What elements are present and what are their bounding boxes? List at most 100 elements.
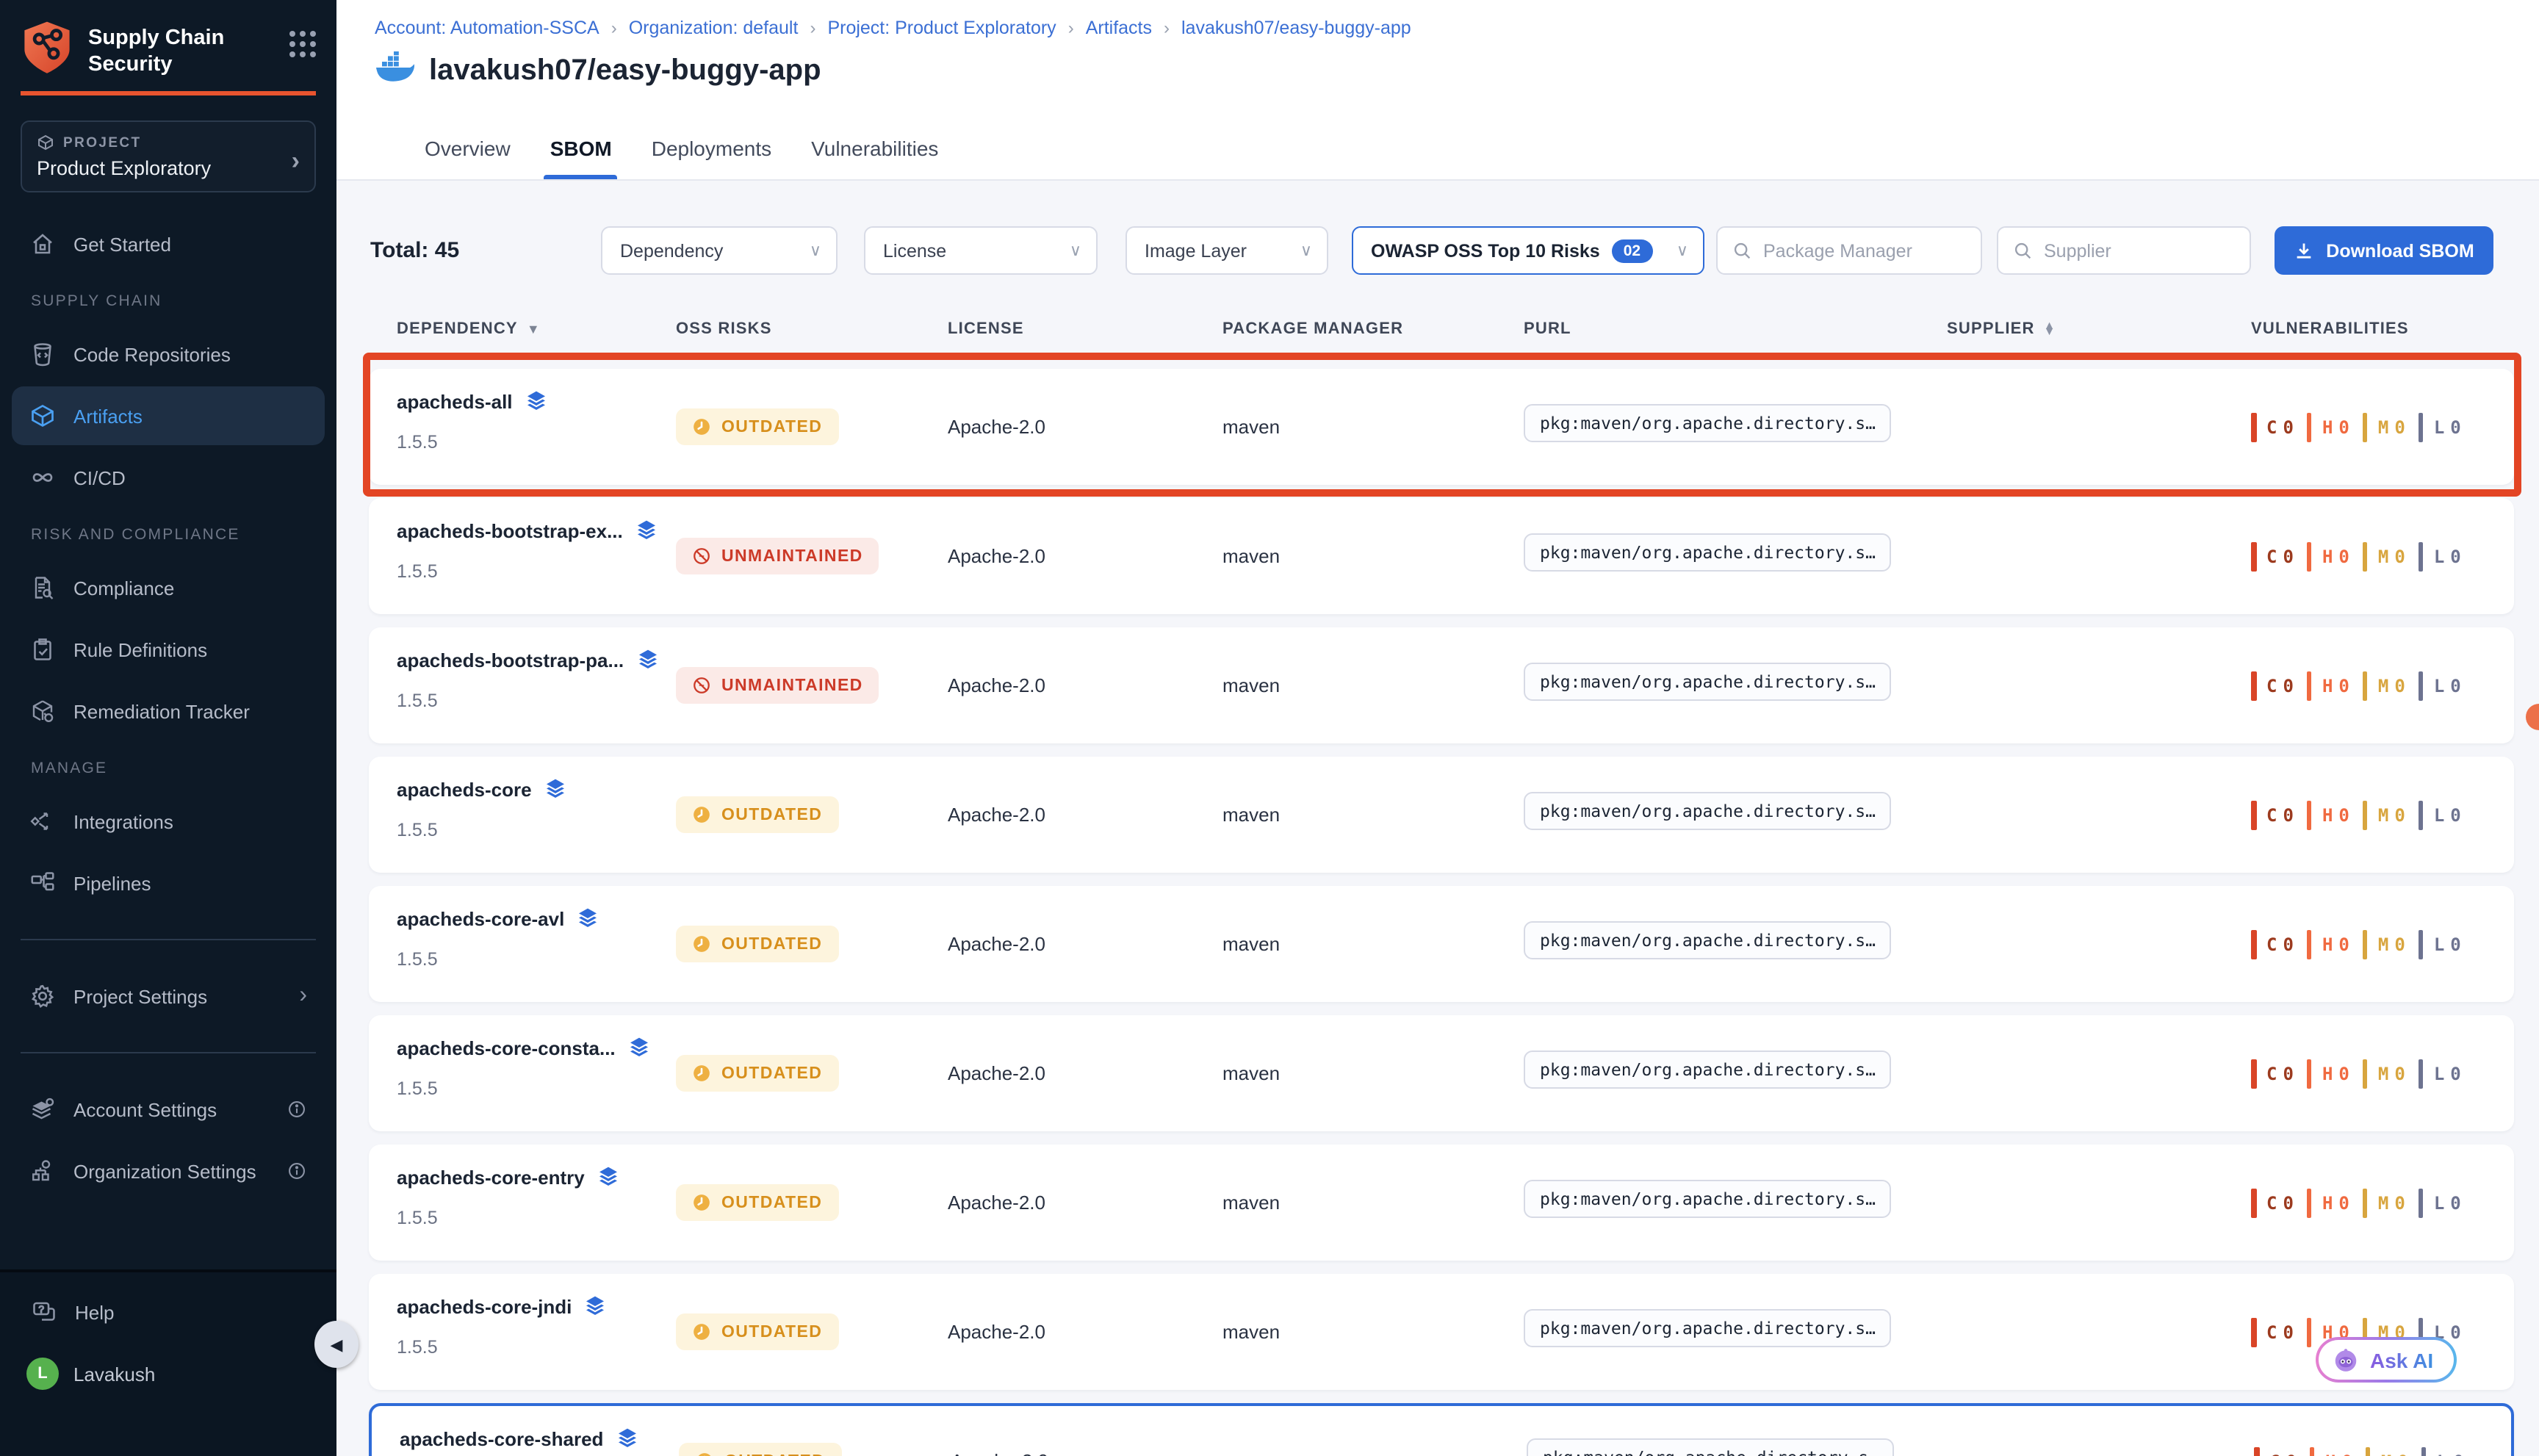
table-body: apacheds-all 1.5.5 OUTDATED Apache-2.0 m… bbox=[369, 369, 2514, 1456]
infinity-icon bbox=[29, 465, 56, 491]
download-sbom-button[interactable]: Download SBOM bbox=[2275, 226, 2493, 275]
vuln-count-c: C0 bbox=[2251, 412, 2294, 442]
column-header-vulnerabilities[interactable]: VULNERABILITIES bbox=[2251, 320, 2514, 338]
column-header-dependency[interactable]: DEPENDENCY▼ bbox=[397, 320, 676, 338]
sidebar-collapse-handle[interactable]: ◀ bbox=[314, 1321, 359, 1368]
purl-value[interactable]: pkg:maven/org.apache.directory.s… bbox=[1524, 1309, 1892, 1347]
sidebar-item-label: Organization Settings bbox=[73, 1161, 256, 1183]
license-value: Apache-2.0 bbox=[948, 674, 1222, 696]
chevron-right-icon: › bbox=[299, 984, 307, 1010]
sidebar-item-remediation-tracker[interactable]: Remediation Tracker bbox=[12, 682, 325, 741]
tab-sbom[interactable]: SBOM bbox=[550, 137, 612, 179]
sidebar-item-ci-cd[interactable]: CI/CD bbox=[12, 449, 325, 508]
license-value: Apache-2.0 bbox=[951, 1450, 1225, 1456]
apps-grid-icon[interactable] bbox=[289, 31, 316, 57]
org-gear-icon bbox=[29, 1158, 56, 1185]
search-icon bbox=[1732, 240, 1753, 261]
sidebar-user[interactable]: L Lavakush bbox=[0, 1325, 336, 1390]
table-row-apacheds-core-consta-[interactable]: apacheds-core-consta... 1.5.5 OUTDATED A… bbox=[369, 1015, 2514, 1131]
table-row-apacheds-core[interactable]: apacheds-core 1.5.5 OUTDATED Apache-2.0 … bbox=[369, 757, 2514, 873]
dependency-version: 1.5.5 bbox=[397, 1078, 676, 1099]
sidebar-item-integrations[interactable]: Integrations bbox=[12, 793, 325, 851]
supplier-input[interactable] bbox=[2044, 240, 2222, 261]
vulnerability-counts: C0H0M0L0 bbox=[2251, 412, 2514, 442]
license-value: Apache-2.0 bbox=[948, 545, 1222, 567]
column-header-license[interactable]: LICENSE bbox=[948, 320, 1222, 338]
owasp-risks-filter-select[interactable]: OWASP OSS Top 10 Risks 02 ∨ bbox=[1352, 226, 1704, 275]
table-row-apacheds-bootstrap-ex-[interactable]: apacheds-bootstrap-ex... 1.5.5 UNMAINTAI… bbox=[369, 498, 2514, 614]
vuln-count-h: H0 bbox=[2307, 412, 2349, 442]
breadcrumb-link[interactable]: Account: Automation-SSCA bbox=[375, 18, 599, 38]
sidebar-item-organization-settings[interactable]: Organization Settings bbox=[12, 1142, 325, 1201]
purl-value[interactable]: pkg:maven/org.apache.directory.s… bbox=[1524, 1180, 1892, 1218]
sidebar-item-label: Project Settings bbox=[73, 986, 207, 1008]
breadcrumb-link[interactable]: lavakush07/easy-buggy-app bbox=[1181, 18, 1411, 38]
vuln-count-l: L0 bbox=[2419, 671, 2461, 700]
purl-value[interactable]: pkg:maven/org.apache.directory.s… bbox=[1524, 1050, 1892, 1089]
layers-icon bbox=[615, 1427, 638, 1450]
breadcrumb-link[interactable]: Organization: default bbox=[629, 18, 799, 38]
app-root: Supply Chain Security PROJECT Product Ex… bbox=[0, 0, 2539, 1456]
column-header-oss-risks[interactable]: OSS RISKS bbox=[676, 320, 948, 338]
layers-icon bbox=[525, 389, 548, 413]
sidebar-item-account-settings[interactable]: Account Settings bbox=[12, 1081, 325, 1139]
table-row-apacheds-core-jndi[interactable]: apacheds-core-jndi 1.5.5 OUTDATED Apache… bbox=[369, 1274, 2514, 1390]
sidebar-item-project-settings[interactable]: Project Settings › bbox=[12, 967, 325, 1026]
purl-value[interactable]: pkg:maven/org.apache.directory.s… bbox=[1527, 1438, 1895, 1456]
project-selector[interactable]: PROJECT Product Exploratory › bbox=[21, 121, 316, 193]
purl-value[interactable]: pkg:maven/org.apache.directory.s… bbox=[1524, 404, 1892, 442]
sidebar-item-help[interactable]: ? Help bbox=[0, 1272, 336, 1325]
package-manager-value: maven bbox=[1222, 1062, 1524, 1084]
edge-marker-dot[interactable] bbox=[2526, 704, 2539, 730]
vuln-count-l: L0 bbox=[2421, 1446, 2464, 1456]
vuln-count-h: H0 bbox=[2307, 929, 2349, 959]
breadcrumb-separator: › bbox=[810, 18, 815, 38]
purl-value[interactable]: pkg:maven/org.apache.directory.s… bbox=[1524, 663, 1892, 701]
tab-overview[interactable]: Overview bbox=[425, 137, 511, 179]
layers-gear-icon bbox=[29, 1097, 56, 1123]
table-row-apacheds-core-entry[interactable]: apacheds-core-entry 1.5.5 OUTDATED Apach… bbox=[369, 1145, 2514, 1261]
breadcrumb-link[interactable]: Artifacts bbox=[1086, 18, 1152, 38]
sidebar-item-get-started[interactable]: Get Started bbox=[12, 215, 325, 274]
purl-value[interactable]: pkg:maven/org.apache.directory.s… bbox=[1524, 921, 1892, 959]
table-row-apacheds-bootstrap-pa-[interactable]: apacheds-bootstrap-pa... 1.5.5 UNMAINTAI… bbox=[369, 627, 2514, 743]
sidebar-item-label: Get Started bbox=[73, 234, 171, 256]
column-header-purl[interactable]: PURL bbox=[1524, 320, 1947, 338]
unmaintained-icon bbox=[692, 676, 711, 695]
vuln-count-m: M0 bbox=[2366, 1446, 2408, 1456]
chevron-right-icon: › bbox=[292, 148, 300, 177]
tab-deployments[interactable]: Deployments bbox=[652, 137, 771, 179]
ai-robot-icon bbox=[2332, 1346, 2360, 1374]
column-header-supplier[interactable]: SUPPLIER▲▼ bbox=[1947, 320, 2251, 338]
sidebar-item-pipelines[interactable]: Pipelines bbox=[12, 854, 325, 913]
image-layer-filter-select[interactable]: Image Layer∨ bbox=[1126, 226, 1328, 275]
dependency-version: 1.5.5 bbox=[397, 432, 676, 453]
breadcrumb-separator: › bbox=[1068, 18, 1074, 38]
package-manager-value: maven bbox=[1222, 933, 1524, 955]
oss-risk-badge: OUTDATED bbox=[676, 796, 838, 833]
table-row-apacheds-core-avl[interactable]: apacheds-core-avl 1.5.5 OUTDATED Apache-… bbox=[369, 886, 2514, 1002]
sidebar-item-label: Compliance bbox=[73, 577, 174, 599]
tab-vulnerabilities[interactable]: Vulnerabilities bbox=[811, 137, 938, 179]
vuln-count-m: M0 bbox=[2363, 1188, 2405, 1217]
purl-value[interactable]: pkg:maven/org.apache.directory.s… bbox=[1524, 533, 1892, 572]
breadcrumb-link[interactable]: Project: Product Exploratory bbox=[827, 18, 1056, 38]
dependency-filter-select[interactable]: Dependency∨ bbox=[601, 226, 838, 275]
license-filter-select[interactable]: License∨ bbox=[864, 226, 1098, 275]
sidebar-item-label: Account Settings bbox=[73, 1099, 217, 1121]
column-header-package-manager[interactable]: PACKAGE MANAGER bbox=[1222, 320, 1524, 338]
vuln-count-c: C0 bbox=[2251, 541, 2294, 571]
sidebar-item-compliance[interactable]: Compliance bbox=[12, 559, 325, 618]
ask-ai-button[interactable]: Ask AI bbox=[2316, 1337, 2457, 1383]
sidebar-item-rule-definitions[interactable]: Rule Definitions bbox=[12, 621, 325, 680]
table-row-apacheds-core-shared[interactable]: apacheds-core-shared 1.5.5 OUTDATED Apac… bbox=[369, 1403, 2514, 1456]
dependency-version: 1.5.5 bbox=[397, 949, 676, 970]
clock-icon bbox=[692, 1064, 711, 1083]
package-manager-input[interactable] bbox=[1763, 240, 1950, 261]
sidebar-item-code-repositories[interactable]: Code Repositories bbox=[12, 325, 325, 384]
sidebar-nav: Get StartedSUPPLY CHAINCode Repositories… bbox=[0, 215, 336, 1201]
table-row-apacheds-all[interactable]: apacheds-all 1.5.5 OUTDATED Apache-2.0 m… bbox=[369, 369, 2514, 485]
sidebar-item-artifacts[interactable]: Artifacts bbox=[12, 387, 325, 446]
purl-value[interactable]: pkg:maven/org.apache.directory.s… bbox=[1524, 792, 1892, 830]
vuln-count-h: H0 bbox=[2307, 1188, 2349, 1217]
